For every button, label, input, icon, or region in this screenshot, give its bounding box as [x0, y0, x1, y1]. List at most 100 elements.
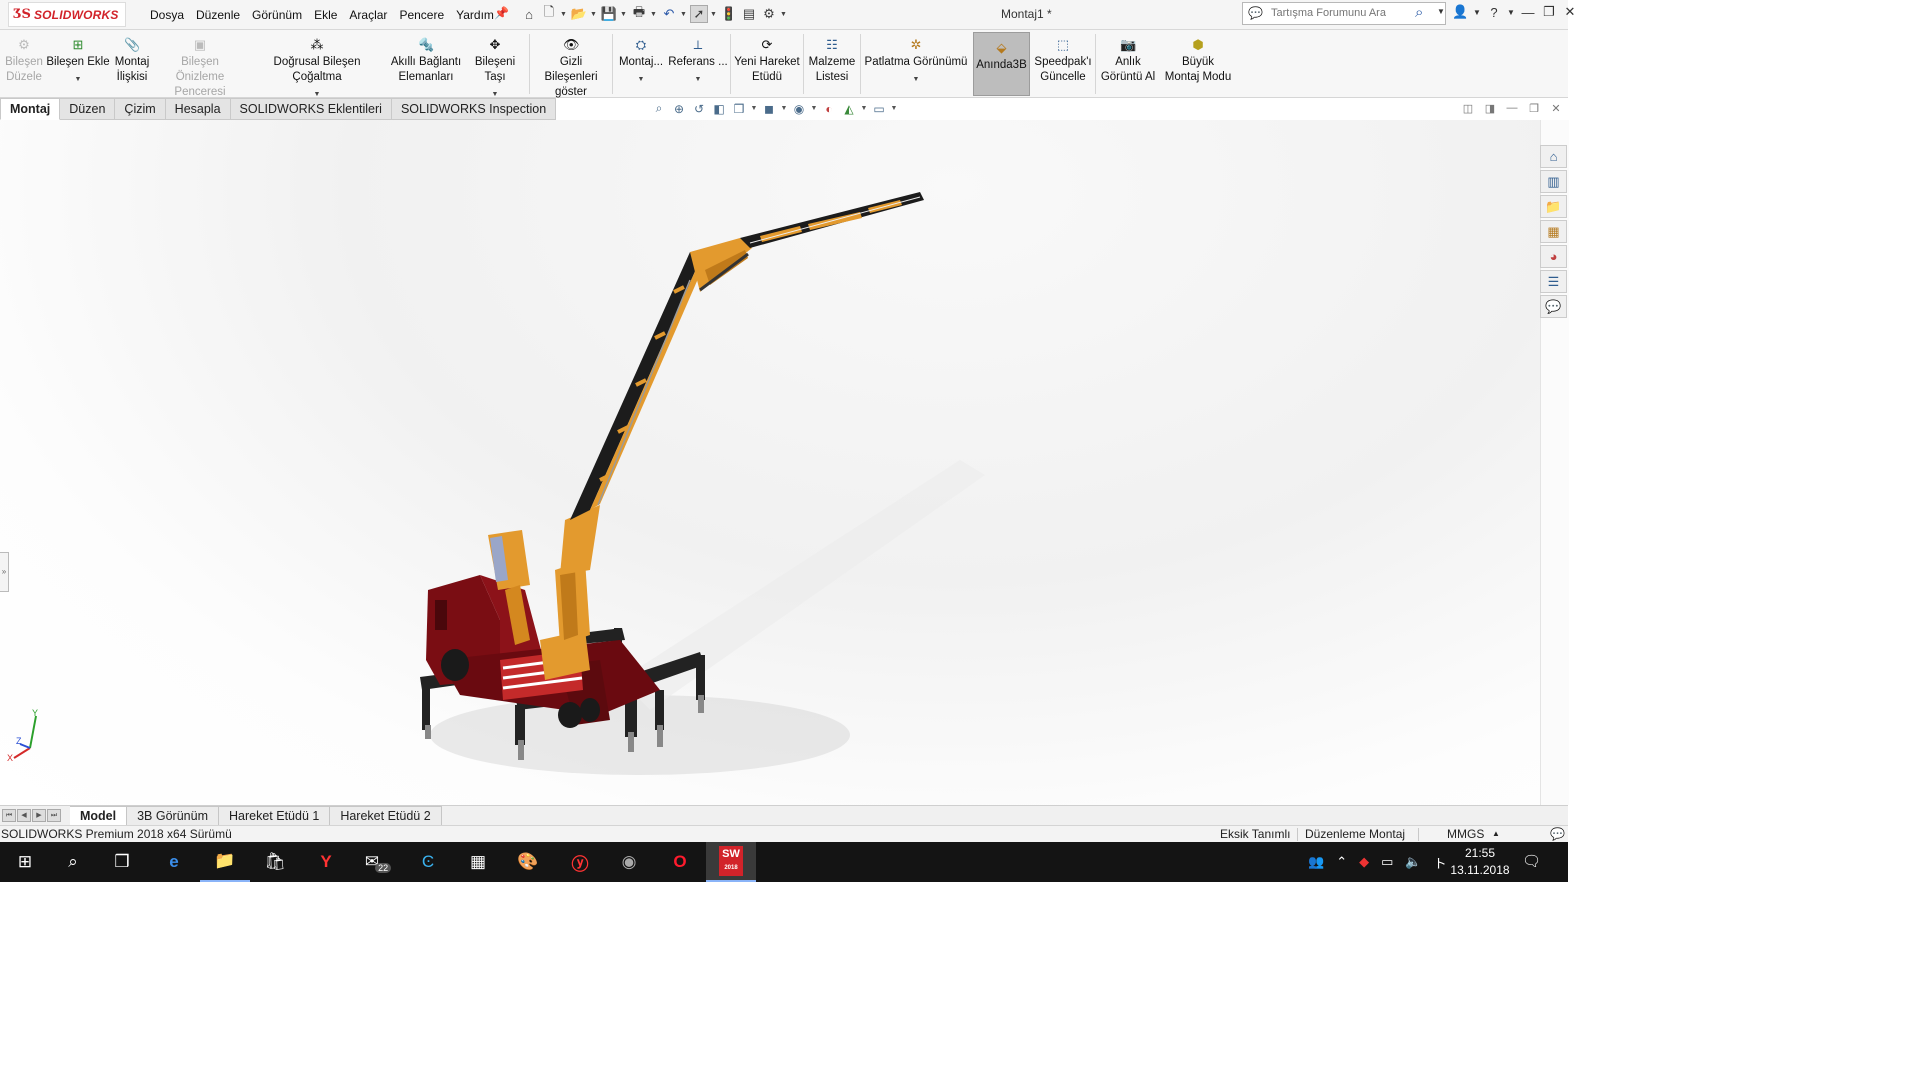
ribbon-edit-component-button[interactable]: ⚙ Bileşen Düzele — [2, 30, 46, 97]
prev-tab-icon[interactable]: ◀ — [17, 809, 31, 822]
graphics-area[interactable]: Y X Z » — [0, 120, 1540, 805]
volume-icon[interactable]: 🔈 — [1405, 854, 1421, 870]
windows-start-icon[interactable]: ⊞ — [0, 842, 50, 882]
menu-item[interactable]: Düzenle — [190, 8, 246, 22]
ribbon-smart-fasteners-button[interactable]: 🔩 Akıllı Bağlantı Elemanları — [390, 30, 462, 97]
antivirus-icon[interactable]: ◆ — [1359, 854, 1369, 870]
minimize-icon[interactable]: — — [1520, 5, 1536, 20]
assembly-features-caret-icon[interactable]: ▼ — [615, 72, 667, 87]
tab-hesapla[interactable]: Hesapla — [165, 98, 231, 120]
print-icon[interactable]: 🖶 — [630, 4, 648, 23]
save-icon[interactable]: 💾 — [600, 5, 618, 23]
restore-icon[interactable]: ❐ — [1541, 4, 1557, 20]
status-message-icon[interactable]: 💬 — [1550, 827, 1565, 841]
mail-icon[interactable]: ✉ 22 — [353, 842, 403, 882]
design-library-icon[interactable]: ▥ — [1540, 170, 1567, 193]
hide-show-icon[interactable]: ◉ — [790, 102, 808, 116]
tab-motion-study-1[interactable]: Hareket Etüdü 1 — [218, 806, 331, 825]
solidworks-taskbar-icon[interactable]: SW 2018 — [706, 842, 756, 882]
search-icon[interactable]: ⌕ — [1415, 4, 1423, 21]
section-view-icon[interactable]: ◧ — [710, 102, 728, 116]
ribbon-exploded-view-button[interactable]: ✲ Patlatma Görünümü ▼ — [862, 30, 970, 97]
open-icon[interactable]: 📂 — [570, 5, 588, 23]
viewport-close-icon[interactable]: ✕ — [1548, 102, 1564, 115]
viewport-minimize-icon[interactable]: — — [1504, 102, 1520, 115]
pin-menu-icon[interactable]: 📌 — [494, 6, 509, 20]
calculator-icon[interactable]: ▦ — [453, 842, 503, 882]
file-explorer-icon[interactable]: 📁 — [1540, 195, 1567, 218]
close-icon[interactable]: ✕ — [1562, 4, 1578, 20]
task-view-icon[interactable]: ❒ — [97, 842, 147, 882]
disc-app-icon[interactable]: ◉ — [604, 842, 654, 882]
user-caret-icon[interactable]: ▼ — [1473, 8, 1481, 17]
units-selector[interactable]: MMGS — [1447, 827, 1484, 841]
app-c-icon[interactable]: Ͼ — [403, 842, 453, 882]
hide-show-caret-icon[interactable]: ▼ — [810, 105, 818, 112]
select-arrow-icon[interactable]: ➚ — [690, 5, 708, 23]
edge-browser-icon[interactable]: e — [149, 842, 199, 882]
insert-component-caret-icon[interactable]: ▼ — [46, 72, 110, 87]
ribbon-motion-study-button[interactable]: ⟳ Yeni Hareket Etüdü — [732, 30, 802, 97]
menu-item[interactable]: Görünüm — [246, 8, 308, 22]
appearance-icon[interactable]: ◐ — [820, 102, 838, 116]
yandex-icon[interactable]: ⓨ — [555, 842, 605, 882]
open-caret-icon[interactable]: ▼ — [590, 11, 598, 18]
ribbon-insert-component-button[interactable]: ⊞ Bileşen Ekle ▼ — [46, 30, 110, 97]
scene-caret-icon[interactable]: ▼ — [860, 105, 868, 112]
people-icon[interactable]: 👥 — [1308, 854, 1324, 870]
feature-manager-toggle[interactable]: » — [0, 552, 9, 592]
menu-item[interactable]: Yardım — [450, 8, 500, 22]
ribbon-move-component-button[interactable]: ✥ Bileşeni Taşı ▼ — [464, 30, 526, 98]
tab-solidworks-inspection[interactable]: SOLIDWORKS Inspection — [391, 98, 557, 120]
rebuild-icon[interactable]: 🚦 — [720, 5, 738, 23]
ribbon-linear-pattern-button[interactable]: ⁂ Doğrusal Bileşen Çoğaltma ▼ — [248, 30, 386, 98]
user-account-icon[interactable]: 👤 — [1452, 4, 1468, 20]
previous-view-icon[interactable]: ↺ — [690, 102, 708, 116]
solidworks-logo[interactable]: ƷS SOLIDWORKS — [8, 2, 126, 27]
tab-motion-study-2[interactable]: Hareket Etüdü 2 — [330, 806, 442, 825]
tray-expand-icon[interactable]: ⌃ — [1336, 854, 1347, 870]
display-settings-caret-icon[interactable]: ▼ — [890, 105, 898, 112]
search-input[interactable] — [1269, 6, 1413, 20]
menu-item[interactable]: Araçlar — [343, 8, 393, 22]
home-icon[interactable]: ⌂ — [520, 5, 538, 23]
viewport-split-left-icon[interactable]: ◫ — [1460, 102, 1476, 115]
taskbar-clock[interactable]: 21:55 13.11.2018 — [1447, 845, 1513, 879]
viewport-restore-icon[interactable]: ❐ — [1526, 102, 1542, 115]
help-icon[interactable]: ? — [1486, 5, 1502, 20]
tab-model[interactable]: Model — [70, 806, 128, 825]
yandex-browser-icon[interactable]: Y — [301, 842, 351, 882]
ribbon-bom-button[interactable]: ☷ Malzeme Listesi — [805, 30, 859, 97]
menu-item[interactable]: Pencere — [393, 8, 450, 22]
save-caret-icon[interactable]: ▼ — [620, 11, 628, 18]
ribbon-snapshot-button[interactable]: 📷 Anlık Görüntü Al — [1097, 30, 1159, 97]
display-style-caret-icon[interactable]: ▼ — [780, 105, 788, 112]
last-tab-icon[interactable]: ⏭ — [47, 809, 61, 822]
forum-icon[interactable]: 💬 — [1540, 295, 1567, 318]
ribbon-reference-geometry-button[interactable]: ⟂ Referans ... ▼ — [668, 30, 728, 97]
tab-3d-view[interactable]: 3B Görünüm — [127, 806, 219, 825]
ribbon-assembly-features-button[interactable]: ⛭ Montaj... ▼ — [615, 30, 667, 97]
ribbon-instant3d-button[interactable]: ⬙ Anında3B — [973, 32, 1030, 96]
undo-caret-icon[interactable]: ▼ — [680, 11, 688, 18]
view-orientation-icon[interactable]: ❒ — [730, 102, 748, 116]
search-caret-icon[interactable]: ▼ — [1437, 7, 1445, 16]
opera-icon[interactable]: O — [655, 842, 705, 882]
file-explorer-taskbar-icon[interactable]: 📁 — [200, 842, 250, 882]
tab-solidworks-eklentileri[interactable]: SOLIDWORKS Eklentileri — [230, 98, 392, 120]
ribbon-show-hidden-button[interactable]: 👁 Gizli Bileşenleri göster — [532, 30, 610, 98]
scene-icon[interactable]: ◭ — [840, 102, 858, 116]
search-taskbar-icon[interactable]: ⌕ — [48, 842, 98, 882]
menu-item[interactable]: Dosya — [144, 8, 190, 22]
appearances-icon[interactable]: ◕ — [1540, 245, 1567, 268]
paint-icon[interactable]: 🎨 — [503, 842, 553, 882]
custom-properties-icon[interactable]: ☰ — [1540, 270, 1567, 293]
units-caret-icon[interactable]: ▲ — [1492, 829, 1500, 838]
help-caret-icon[interactable]: ▼ — [1507, 8, 1515, 17]
display-settings-icon[interactable]: ▭ — [870, 102, 888, 116]
ribbon-component-preview-button[interactable]: ▣ Bileşen Önizleme Penceresi — [156, 30, 244, 98]
viewport-split-right-icon[interactable]: ◨ — [1482, 102, 1498, 115]
options-gear-icon[interactable]: ⚙ — [760, 5, 778, 23]
select-caret-icon[interactable]: ▼ — [710, 11, 718, 18]
ribbon-speedpak-button[interactable]: ⬚ Speedpak'ı Güncelle — [1032, 30, 1094, 97]
